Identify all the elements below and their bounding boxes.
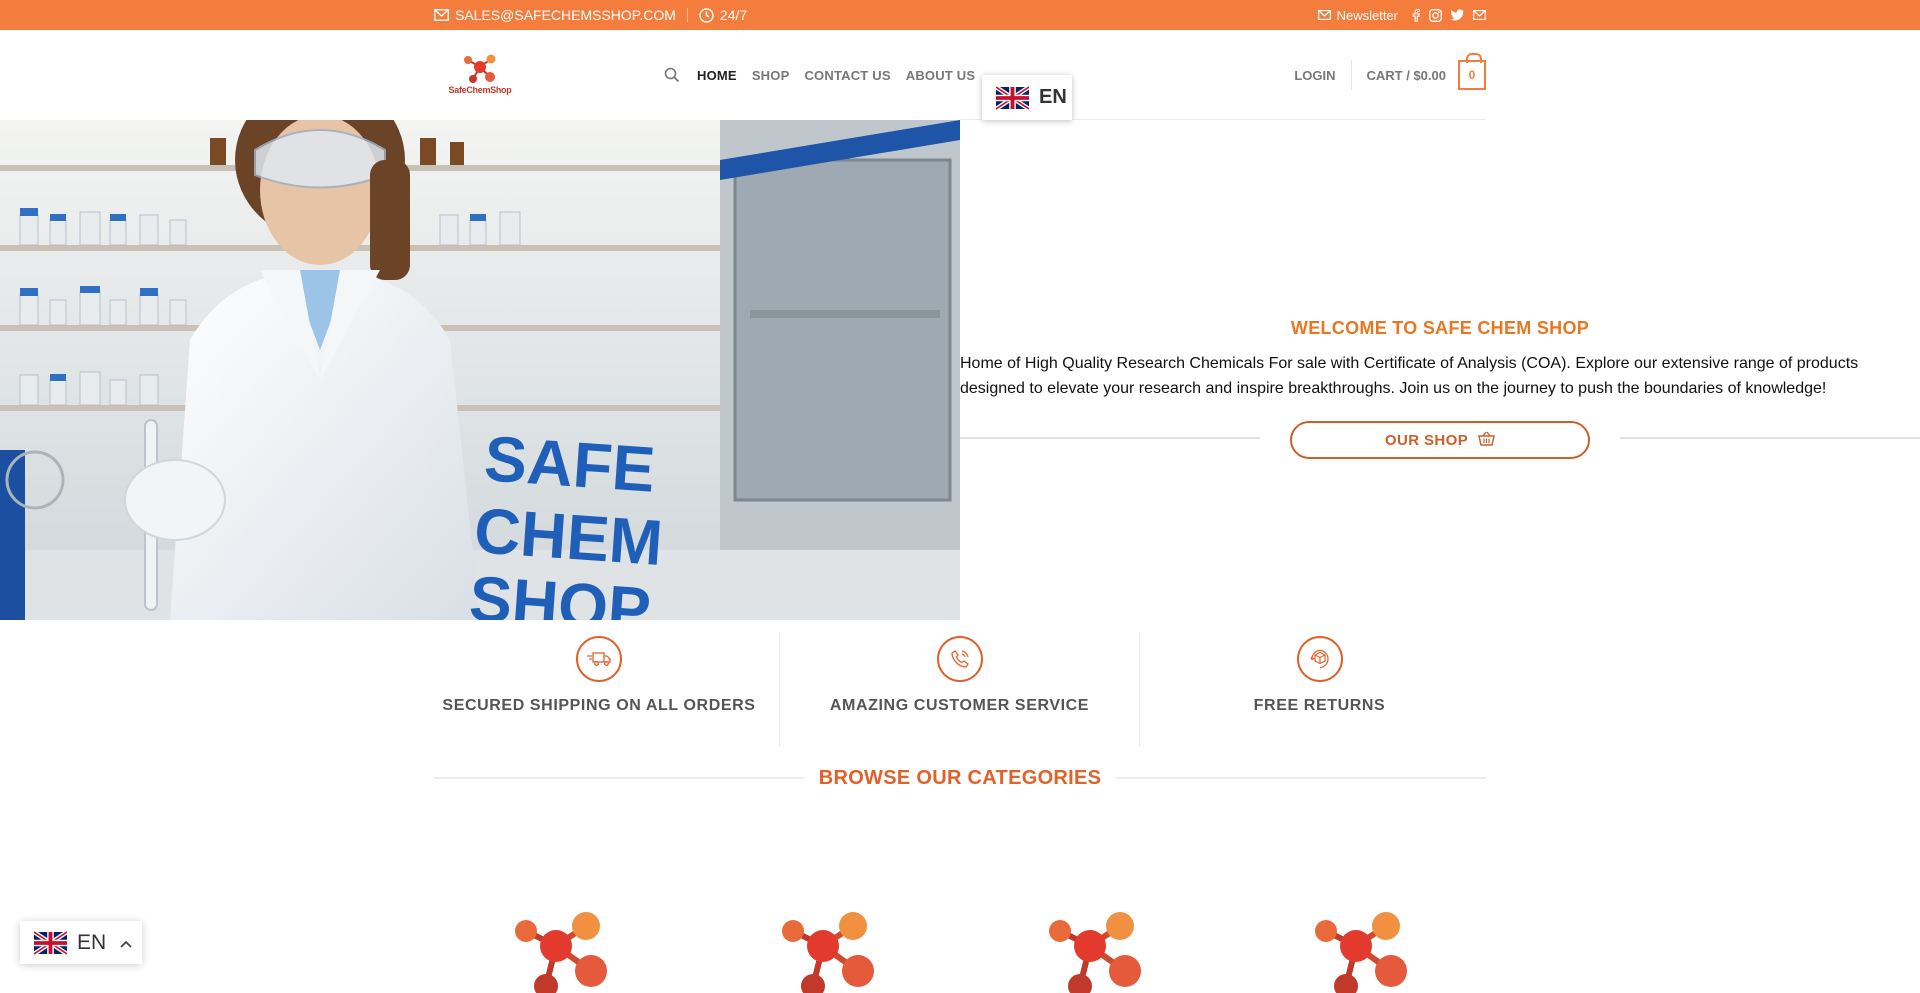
main-nav: HOME SHOP CONTACT US ABOUT US <box>664 30 975 120</box>
category-molecule-icon[interactable] <box>501 906 619 993</box>
hero-image: SAFE CHEM SHOP <box>0 120 960 620</box>
divider <box>686 8 688 22</box>
language-popup[interactable]: EN <box>982 75 1072 120</box>
facebook-icon[interactable] <box>1412 8 1420 22</box>
email-text: SALES@SAFECHEMSSHOP.COM <box>455 7 676 23</box>
email-icon[interactable] <box>1473 10 1486 20</box>
divider <box>1116 777 1487 779</box>
nav-shop[interactable]: SHOP <box>752 68 790 83</box>
feature-label: SECURED SHIPPING ON ALL ORDERS <box>442 697 756 714</box>
main-header: SafeChemShop HOME SHOP CONTACT US ABOUT … <box>0 30 1920 120</box>
our-shop-label: OUR SHOP <box>1384 431 1469 449</box>
truck-icon <box>576 636 622 682</box>
hours: 24/7 <box>699 7 747 23</box>
category-molecule-icon[interactable] <box>1301 906 1419 993</box>
top-bar: SALES@SAFECHEMSSHOP.COM 24/7 Newsletter <box>0 0 1920 30</box>
chevron-up-icon <box>120 935 132 951</box>
uk-flag-icon <box>996 85 1029 110</box>
category-molecule-icon[interactable] <box>1035 906 1153 993</box>
nav-about-us[interactable]: ABOUT US <box>906 68 976 83</box>
newsletter-link[interactable]: Newsletter <box>1317 7 1398 23</box>
site-logo[interactable]: SafeChemShop <box>444 52 516 98</box>
feature-label: FREE RETURNS <box>1253 697 1386 714</box>
language-code: EN <box>77 930 107 954</box>
phone-icon <box>936 636 983 682</box>
divider <box>434 777 804 779</box>
email-link[interactable]: SALES@SAFECHEMSSHOP.COM <box>434 7 676 23</box>
divider <box>1350 60 1352 90</box>
cart-link[interactable]: CART / $0.00 <box>1367 68 1446 83</box>
envelope-icon <box>1317 10 1331 20</box>
hero-divider-right <box>1620 437 1920 439</box>
instagram-icon[interactable] <box>1429 8 1442 22</box>
language-switcher[interactable]: EN <box>20 921 142 964</box>
hero-title: WELCOME TO SAFE CHEM SHOP <box>1290 318 1590 338</box>
return-box-icon <box>1296 636 1343 682</box>
newsletter-text: Newsletter <box>1336 7 1398 23</box>
lab-scientist-illustration: SAFE CHEM SHOP <box>0 120 960 620</box>
basket-icon <box>1478 431 1496 450</box>
envelope-icon <box>434 9 449 21</box>
feature-shipping: SECURED SHIPPING ON ALL ORDERS <box>419 632 779 747</box>
categories-heading: BROWSE OUR CATEGORIES <box>434 765 1487 791</box>
category-molecule-icon[interactable] <box>768 906 886 993</box>
nav-contact-us[interactable]: CONTACT US <box>804 68 890 83</box>
clock-icon <box>699 7 714 23</box>
feature-customer-service: AMAZING CUSTOMER SERVICE <box>779 632 1139 747</box>
feature-free-returns: FREE RETURNS <box>1139 632 1499 747</box>
categories-title: BROWSE OUR CATEGORIES <box>818 766 1102 789</box>
hours-text: 24/7 <box>719 7 748 23</box>
search-icon[interactable] <box>664 67 680 83</box>
nav-home[interactable]: HOME <box>697 68 737 83</box>
language-code: EN <box>1039 86 1067 108</box>
hero-divider-left <box>960 437 1260 439</box>
cart-count-badge[interactable]: 0 <box>1458 53 1486 90</box>
feature-label: AMAZING CUSTOMER SERVICE <box>829 697 1090 714</box>
features-row: SECURED SHIPPING ON ALL ORDERS AMAZING C… <box>419 632 1501 747</box>
twitter-icon[interactable] <box>1451 9 1464 21</box>
hero-content: WELCOME TO SAFE CHEM SHOP Home of High Q… <box>960 120 1920 620</box>
our-shop-button[interactable]: OUR SHOP <box>1290 421 1590 459</box>
molecule-logo-icon <box>464 54 496 83</box>
hero-description: Home of High Quality Research Chemicals … <box>960 355 1859 397</box>
login-link[interactable]: LOGIN <box>1294 68 1350 83</box>
uk-flag-icon <box>34 930 67 955</box>
logo-text: SafeChemShop <box>448 85 512 95</box>
hero-image-text-1: SAFE <box>482 422 657 506</box>
